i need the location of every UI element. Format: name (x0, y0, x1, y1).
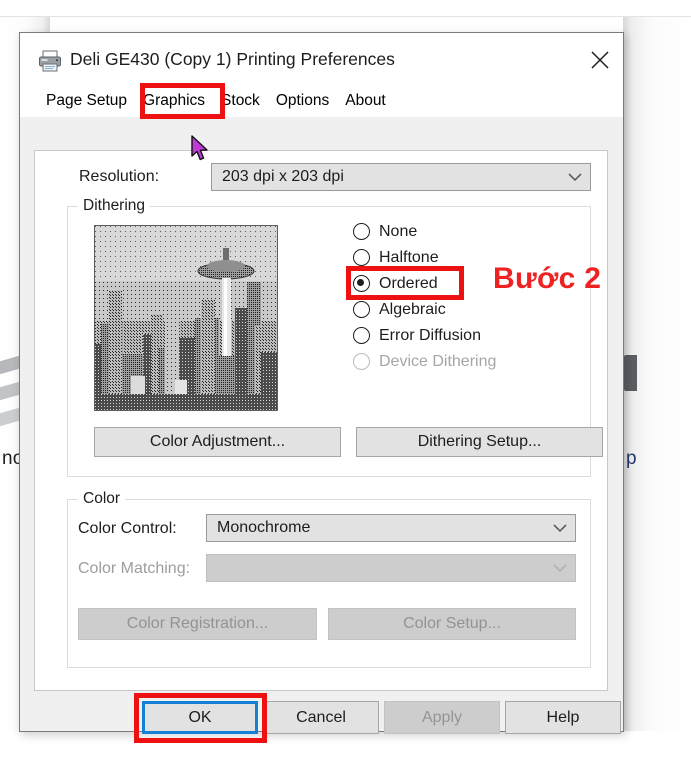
color-adjustment-button[interactable]: Color Adjustment... (94, 427, 341, 457)
radio-device-dithering: Device Dithering (353, 349, 578, 374)
color-groupbox: Color Color Control: Monochrome Color Ma… (67, 499, 591, 668)
radio-circle-icon (353, 301, 370, 318)
radio-error-diffusion[interactable]: Error Diffusion (353, 323, 578, 348)
dithering-setup-button[interactable]: Dithering Setup... (356, 427, 603, 457)
radio-device-dithering-label: Device Dithering (379, 353, 496, 371)
chevron-down-icon (545, 524, 575, 533)
radio-algebraic-label: Algebraic (379, 301, 446, 319)
background-right-text: p (626, 448, 637, 470)
apply-button: Apply (384, 701, 500, 734)
dithering-group-label: Dithering (78, 197, 150, 215)
dialog-title: Deli GE430 (Copy 1) Printing Preferences (70, 49, 395, 70)
chevron-down-icon (560, 173, 590, 182)
radio-circle-icon (353, 249, 370, 266)
help-button[interactable]: Help (505, 701, 621, 734)
background-divider (0, 16, 691, 17)
radio-error-diffusion-label: Error Diffusion (379, 327, 481, 345)
resolution-row: Resolution: 203 dpi x 203 dpi (35, 163, 607, 191)
radio-circle-icon (353, 353, 370, 370)
radio-none[interactable]: None (353, 219, 578, 244)
color-matching-label: Color Matching: (78, 560, 190, 578)
tab-about[interactable]: About (337, 89, 394, 117)
radio-none-label: None (379, 223, 417, 241)
printing-preferences-dialog: Deli GE430 (Copy 1) Printing Preferences… (19, 32, 624, 732)
radio-halftone-label: Halftone (379, 249, 439, 267)
tab-page-setup[interactable]: Page Setup (38, 89, 135, 117)
close-button[interactable] (577, 33, 623, 86)
radio-circle-icon (353, 223, 370, 240)
color-control-label: Color Control: (78, 520, 177, 538)
color-matching-select (206, 554, 576, 582)
color-group-label: Color (78, 490, 125, 508)
dithering-groupbox: Dithering (67, 206, 591, 477)
tab-graphics[interactable]: Graphics (135, 89, 213, 117)
color-registration-button: Color Registration... (78, 608, 317, 640)
color-control-value: Monochrome (207, 519, 545, 537)
tab-options[interactable]: Options (268, 89, 337, 117)
tab-stock[interactable]: Stock (213, 89, 268, 117)
radio-algebraic[interactable]: Algebraic (353, 297, 578, 322)
cancel-button[interactable]: Cancel (263, 701, 379, 734)
background-scroll-tab (624, 355, 637, 391)
dialog-footer: OK Cancel Apply Help (20, 701, 623, 731)
resolution-label: Resolution: (79, 168, 159, 186)
graphics-tab-panel: Resolution: 203 dpi x 203 dpi Dithering (34, 150, 608, 691)
step-annotation-text: Bước 2 (493, 262, 601, 296)
resolution-select[interactable]: 203 dpi x 203 dpi (211, 163, 591, 191)
color-control-select[interactable]: Monochrome (206, 514, 576, 542)
radio-circle-selected-icon (353, 275, 370, 292)
ok-button[interactable]: OK (142, 701, 258, 734)
close-icon (589, 49, 611, 71)
color-setup-button: Color Setup... (328, 608, 576, 640)
chevron-down-icon (545, 564, 575, 573)
dither-preview-image (94, 225, 278, 411)
dialog-title-bar: Deli GE430 (Copy 1) Printing Preferences (20, 33, 623, 87)
radio-ordered-label: Ordered (379, 275, 438, 293)
printer-icon (38, 50, 62, 72)
resolution-value: 203 dpi x 203 dpi (212, 168, 560, 186)
tab-strip: Page Setup Graphics Stock Options About (20, 87, 623, 117)
radio-circle-icon (353, 327, 370, 344)
dithering-radio-group: None Halftone Ordered Algebraic Error Di… (353, 219, 578, 375)
